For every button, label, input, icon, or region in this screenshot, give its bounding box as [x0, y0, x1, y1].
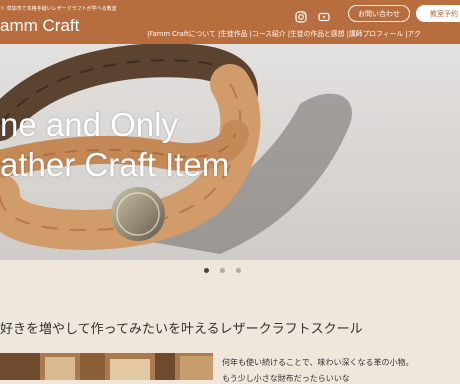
- site-tagline: ト 草加市で本格手縫いレザークラフトが学べる教室: [0, 6, 117, 12]
- youtube-icon[interactable]: [318, 8, 330, 22]
- nav-item-about[interactable]: |Famm Craftについて: [147, 30, 216, 38]
- instagram-icon[interactable]: [295, 8, 307, 23]
- nav-item-reviews[interactable]: |生徒の作品と感想: [288, 30, 345, 38]
- site-header: ト 草加市で本格手縫いレザークラフトが学べる教室 amm Craft お問い合わ…: [0, 0, 460, 44]
- section-heading: 好きを増やして作ってみたいを叶えるレザークラフトスクール: [0, 322, 363, 337]
- hero-slider[interactable]: ne and Only ather Craft Item: [0, 44, 460, 260]
- nav-item-access[interactable]: |アク: [405, 30, 421, 38]
- class-booking-button[interactable]: 教室予約: [416, 5, 460, 22]
- main-nav: |Famm Craftについて |生徒作品 |コース紹介 |生徒の作品と感想 |…: [147, 28, 421, 38]
- slider-dot-3[interactable]: [236, 268, 241, 273]
- nav-item-courses[interactable]: |コース紹介: [250, 30, 286, 38]
- slider-dot-1[interactable]: [204, 268, 209, 273]
- hero-title-line2: ather Craft Item: [0, 146, 230, 183]
- nav-item-student-works[interactable]: |生徒作品: [218, 30, 247, 38]
- nav-item-instructor[interactable]: |講師プロフィール: [347, 30, 404, 38]
- hero-title-line1: ne and Only: [0, 106, 178, 143]
- intro-line-1: 何年も使い続けることで、味わい深くなる革の小物。: [222, 358, 414, 367]
- intro-line-2: もう少し小さな財布だったらいいな: [222, 374, 350, 383]
- site-logo[interactable]: amm Craft: [0, 16, 79, 36]
- workshop-photo: [0, 353, 213, 380]
- slider-dot-2[interactable]: [220, 268, 225, 273]
- contact-button[interactable]: お問い合わせ: [348, 5, 410, 22]
